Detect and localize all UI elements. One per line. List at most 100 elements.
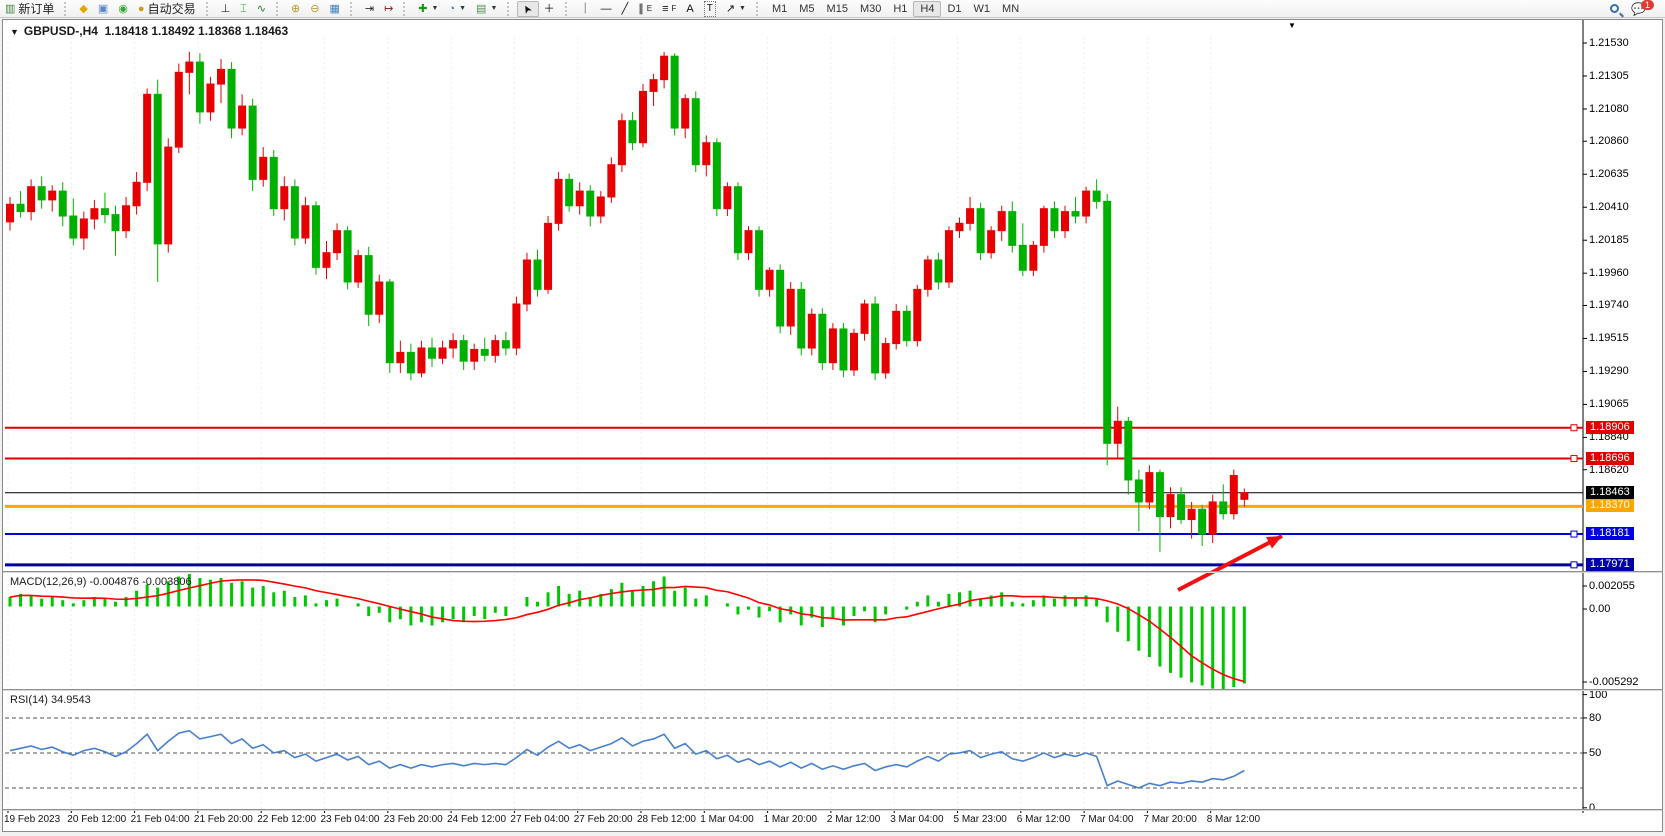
horizontal-line-icon[interactable]: — <box>596 1 617 17</box>
candle-body <box>291 187 298 238</box>
candlestick-chart-icon[interactable]: ⌶ <box>235 1 252 17</box>
candle-body <box>365 256 372 315</box>
zoom-in-icon[interactable]: ⊕ <box>286 1 305 17</box>
trendline-icon[interactable]: ╱ <box>617 1 634 17</box>
date-axis-label: 7 Mar 04:00 <box>1080 814 1133 825</box>
bar-chart-icon[interactable]: ⊥ <box>216 1 236 17</box>
date-axis-label: 28 Feb 12:00 <box>637 814 696 825</box>
candle-body <box>112 215 119 231</box>
cursor-icon[interactable]: ➤ <box>517 1 538 17</box>
candle-body <box>376 282 383 314</box>
zoom-out-icon[interactable]: ⊖ <box>305 1 324 17</box>
crosshair-icon[interactable]: ＋ <box>539 1 560 17</box>
arrows-icon-caret[interactable]: ▼ <box>739 5 746 12</box>
new-order-button[interactable]: ▥新订单 <box>0 1 59 17</box>
candle-body <box>218 69 225 84</box>
macd-pane-splitter[interactable] <box>3 571 1662 573</box>
date-axis-label: 23 Feb 20:00 <box>384 814 443 825</box>
date-axis-label: 24 Feb 12:00 <box>447 814 506 825</box>
candle-body <box>386 282 393 363</box>
candle-body <box>1199 509 1206 534</box>
price-tick-label: 1.19290 <box>1589 365 1629 377</box>
chart-canvas[interactable] <box>0 0 1665 836</box>
line-anchor-handle[interactable] <box>1571 425 1577 431</box>
rsi-pane-splitter[interactable] <box>3 689 1662 691</box>
candle-body <box>1093 191 1100 201</box>
candle-body <box>101 209 108 215</box>
candle-body <box>91 209 98 219</box>
auto-scroll-icon[interactable]: ↦ <box>379 1 398 17</box>
timeframe-m5[interactable]: M5 <box>793 1 820 17</box>
periods-icon-caret[interactable]: ▼ <box>459 5 466 12</box>
indicators-icon[interactable]: ✚▼ <box>413 1 443 17</box>
candle-body <box>629 121 636 143</box>
date-axis-label: 6 Mar 12:00 <box>1017 814 1070 825</box>
periods-icon[interactable]: ◔▼ <box>443 1 471 17</box>
candle-body <box>439 348 446 358</box>
timeframe-d1[interactable]: D1 <box>941 1 967 17</box>
text-icon: A <box>686 2 693 16</box>
tile-windows-icon[interactable]: ▦ <box>324 1 344 17</box>
candle-body <box>460 341 467 362</box>
chart-title: ▼GBPUSD-,H4 1.18418 1.18492 1.18368 1.18… <box>10 24 288 38</box>
candle-body <box>882 344 889 373</box>
candle-body <box>70 216 77 238</box>
timeframe-h1[interactable]: H1 <box>887 1 913 17</box>
timeframe-m1[interactable]: M1 <box>766 1 793 17</box>
candle-body <box>1114 421 1121 443</box>
arrow-object[interactable] <box>1178 536 1282 590</box>
line-anchor-handle[interactable] <box>1571 531 1577 537</box>
candle-body <box>713 143 720 209</box>
candle-body <box>1135 480 1142 502</box>
timeframe-h4[interactable]: H4 <box>913 1 941 17</box>
line-chart-icon[interactable]: ∿ <box>252 1 271 17</box>
text-icon[interactable]: A <box>681 1 698 17</box>
gold-ingot-icon[interactable]: ◆ <box>74 1 92 17</box>
timeframe-m15[interactable]: M15 <box>821 1 854 17</box>
search-icon[interactable] <box>1610 4 1619 13</box>
templates-icon-caret[interactable]: ▼ <box>490 5 497 12</box>
signal-icon[interactable]: ◉ <box>113 1 133 17</box>
chart-shift-icon[interactable]: ⇥ <box>360 1 379 17</box>
text-label-icon[interactable]: T <box>699 1 721 17</box>
candle-body <box>281 187 288 209</box>
channel-icon[interactable]: ∥E <box>633 1 657 17</box>
candle-body <box>819 314 826 362</box>
vertical-line-icon[interactable]: ｜ <box>575 1 596 17</box>
arrows-icon[interactable]: ↗▼ <box>721 1 751 17</box>
macd-label: MACD(12,26,9) -0.004876 -0.003806 <box>10 576 192 588</box>
date-axis-label: 8 Mar 12:00 <box>1207 814 1260 825</box>
date-axis-label: 5 Mar 23:00 <box>954 814 1007 825</box>
candlestick-chart-icon: ⌶ <box>240 2 247 16</box>
candle-body <box>1062 212 1069 231</box>
candle-body <box>175 72 182 147</box>
fibonacci-icon[interactable]: ≡F <box>657 1 681 17</box>
gold-ingot-icon: ◆ <box>79 2 87 16</box>
price-level-label: 1.18370 <box>1586 499 1634 512</box>
arrows-icon: ↗ <box>726 2 735 16</box>
publish-icon[interactable]: ▣ <box>93 1 113 17</box>
text-label-icon: T <box>704 1 716 17</box>
line-anchor-handle[interactable] <box>1571 456 1577 462</box>
chart-shift-icon: ⇥ <box>365 2 374 16</box>
candle-body <box>787 289 794 326</box>
toolbar: ▥新订单◆▣◉●自动交易⊥⌶∿⊕⊖▦⇥↦✚▼◔▼▤▼➤＋｜—╱∥E≡FAT↗▼M… <box>0 0 1665 18</box>
candle-body <box>418 348 425 373</box>
rsi-scale-label: 50 <box>1589 747 1601 759</box>
timeframe-mn[interactable]: MN <box>996 1 1025 17</box>
auto-trading-button[interactable]: ●自动交易 <box>133 1 201 17</box>
chevron-down-icon[interactable]: ▼ <box>10 27 19 37</box>
timeframe-m30[interactable]: M30 <box>854 1 887 17</box>
candle-body <box>1167 495 1174 517</box>
line-anchor-handle[interactable] <box>1571 562 1577 568</box>
candle-body <box>196 62 203 112</box>
date-axis-label: 27 Feb 04:00 <box>510 814 569 825</box>
timeframe-w1[interactable]: W1 <box>968 1 997 17</box>
indicators-icon-caret[interactable]: ▼ <box>432 5 439 12</box>
scroll-to-end-marker[interactable]: ▼ <box>1288 21 1296 30</box>
templates-icon[interactable]: ▤▼ <box>471 1 502 17</box>
candle-body <box>523 260 530 304</box>
auto-trading-button-label: 自动交易 <box>148 0 196 17</box>
toolbar-separator <box>64 2 71 16</box>
price-tick-label: 1.19515 <box>1589 332 1629 344</box>
